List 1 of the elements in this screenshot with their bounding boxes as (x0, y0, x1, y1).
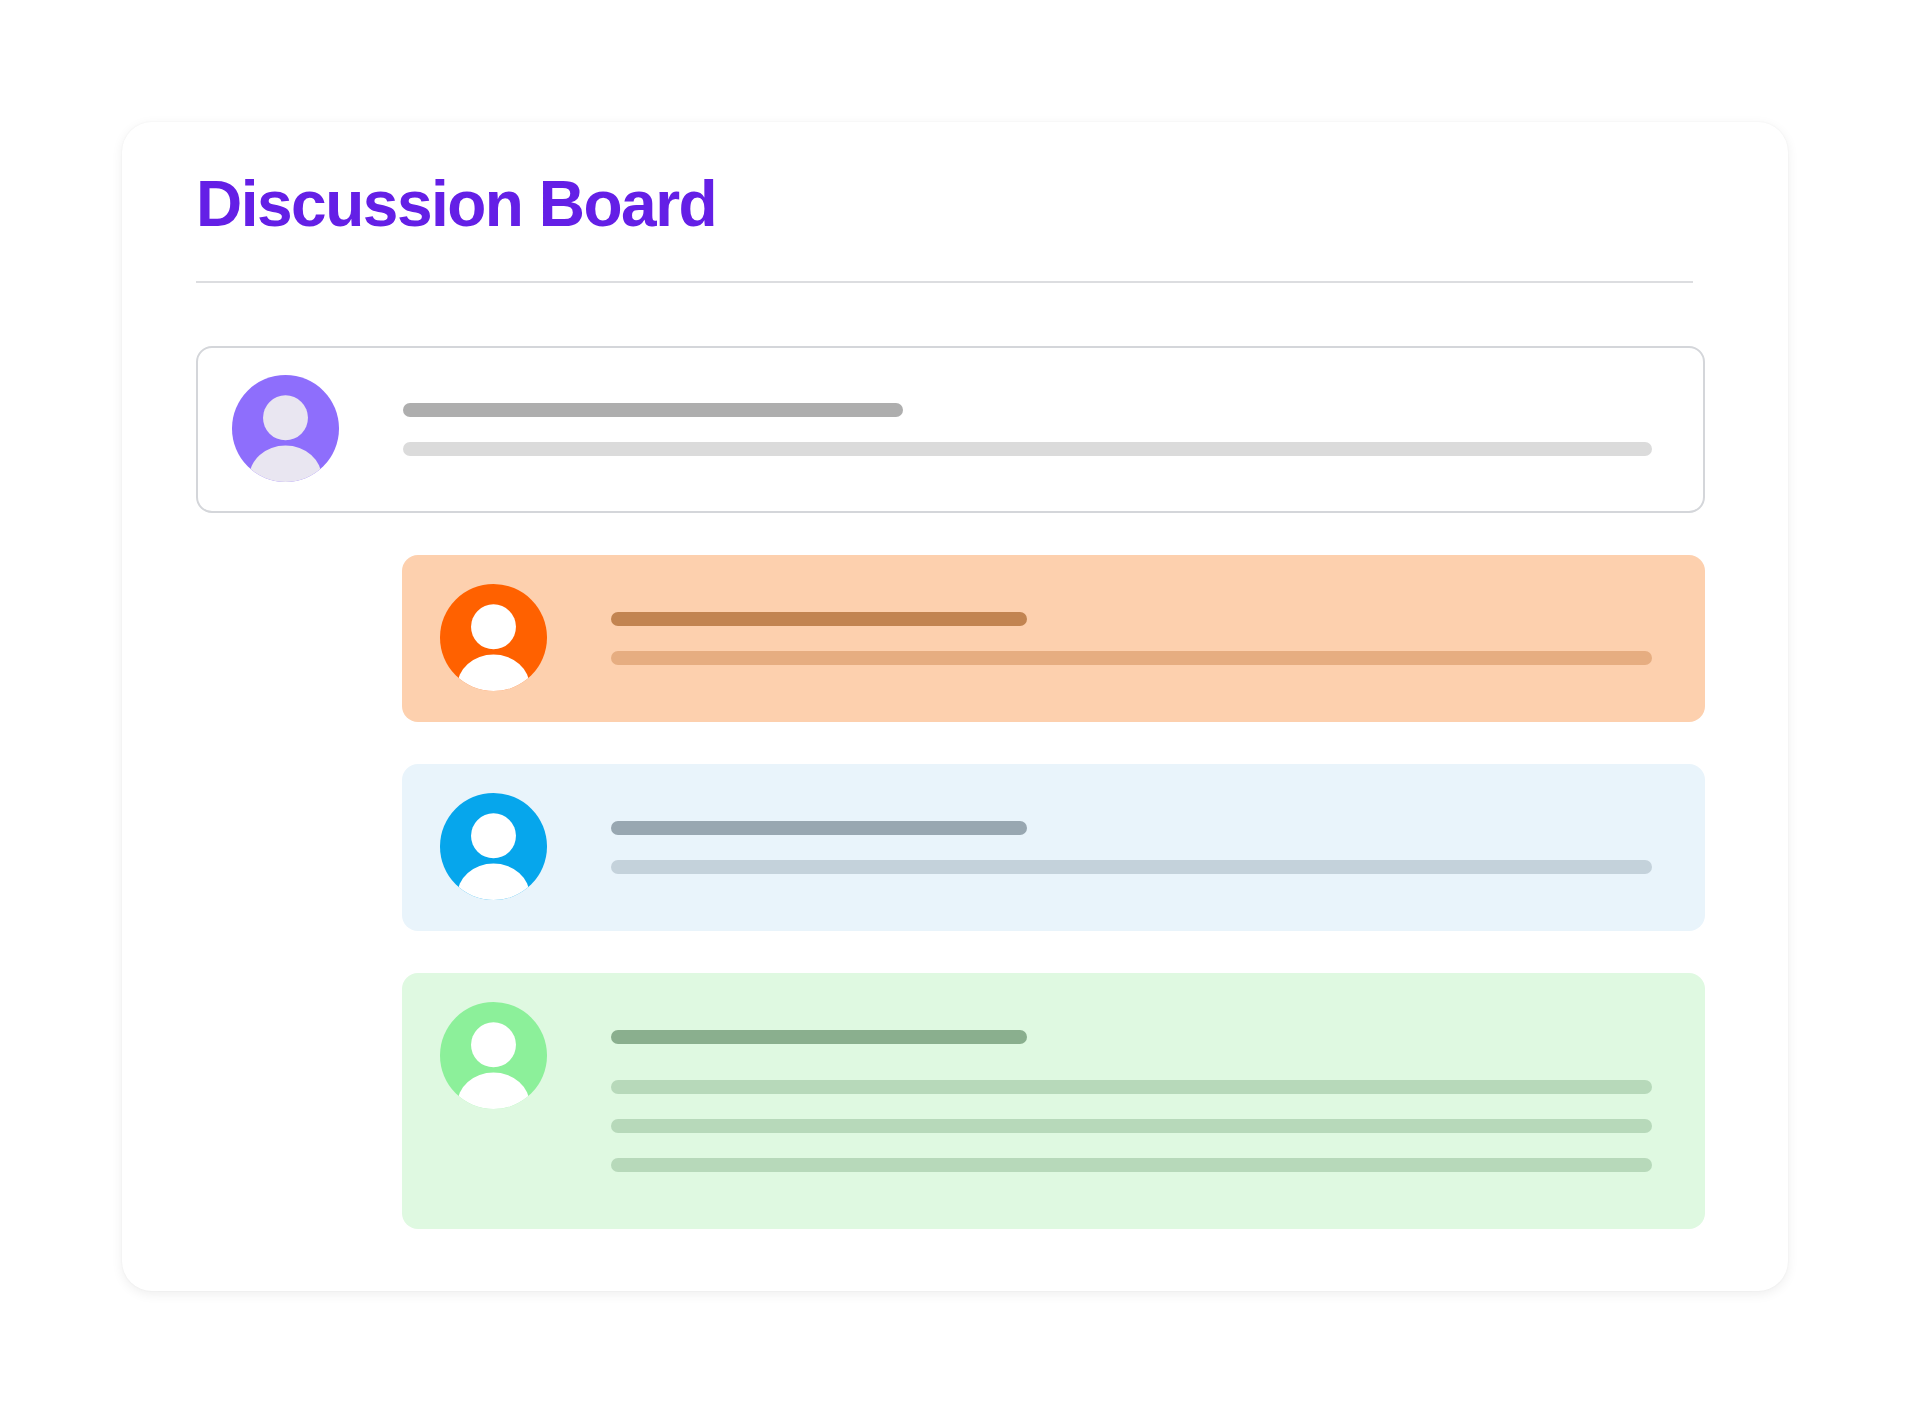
board-title: Discussion Board (196, 172, 717, 236)
